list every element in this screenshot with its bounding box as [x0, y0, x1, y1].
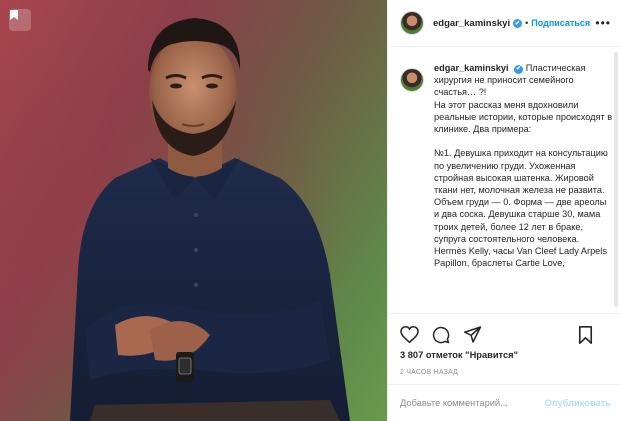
share-icon — [464, 326, 482, 343]
caption-avatar[interactable] — [400, 68, 424, 92]
bookmark-icon — [10, 10, 18, 20]
man-portrait — [70, 18, 350, 421]
comment-icon — [432, 326, 450, 343]
follow-button[interactable]: Подписаться — [531, 18, 590, 28]
likes-quote: "Нравится" — [465, 350, 518, 360]
likes-number: 3 807 — [400, 350, 424, 360]
caption-body: Пластическая хирургия не приносит семейн… — [434, 63, 613, 269]
caption-username[interactable]: edgar_kaminskyi — [434, 63, 509, 73]
post-panel: edgar_kaminskyi ✔ • Подписаться ••• edga… — [387, 0, 620, 421]
post-timestamp[interactable]: 2 ЧАСОВ НАЗАД — [400, 369, 458, 376]
caption-area[interactable]: edgar_kaminskyi ✔ Пластическая хирургия … — [388, 48, 620, 312]
comment-button[interactable] — [431, 325, 451, 345]
post-photo[interactable] — [0, 0, 387, 421]
likes-count[interactable]: 3 807 отметок "Нравится" — [400, 350, 518, 360]
publish-button[interactable]: Опубликовать — [545, 398, 611, 408]
action-bar — [388, 313, 620, 355]
heart-icon — [399, 326, 419, 343]
caption-text: edgar_kaminskyi ✔ Пластическая хирургия … — [434, 62, 613, 269]
share-button[interactable] — [463, 325, 483, 345]
separator: • — [525, 18, 529, 28]
save-button[interactable] — [575, 325, 595, 345]
avatar[interactable] — [400, 11, 424, 35]
caption-scrollbar[interactable] — [614, 52, 618, 307]
verified-badge-icon: ✔ — [514, 64, 524, 74]
username[interactable]: edgar_kaminskyi — [433, 18, 510, 29]
more-options-icon[interactable]: ••• — [595, 16, 611, 30]
photo-save-button[interactable] — [9, 9, 31, 31]
verified-badge-icon: ✔ — [513, 18, 523, 28]
post-header: edgar_kaminskyi ✔ • Подписаться ••• — [388, 0, 620, 47]
bookmark-icon — [578, 326, 592, 344]
likes-suffix: отметок — [425, 350, 463, 360]
comment-input[interactable] — [400, 398, 545, 408]
comment-bar: Опубликовать — [388, 384, 620, 421]
like-button[interactable] — [399, 325, 419, 345]
